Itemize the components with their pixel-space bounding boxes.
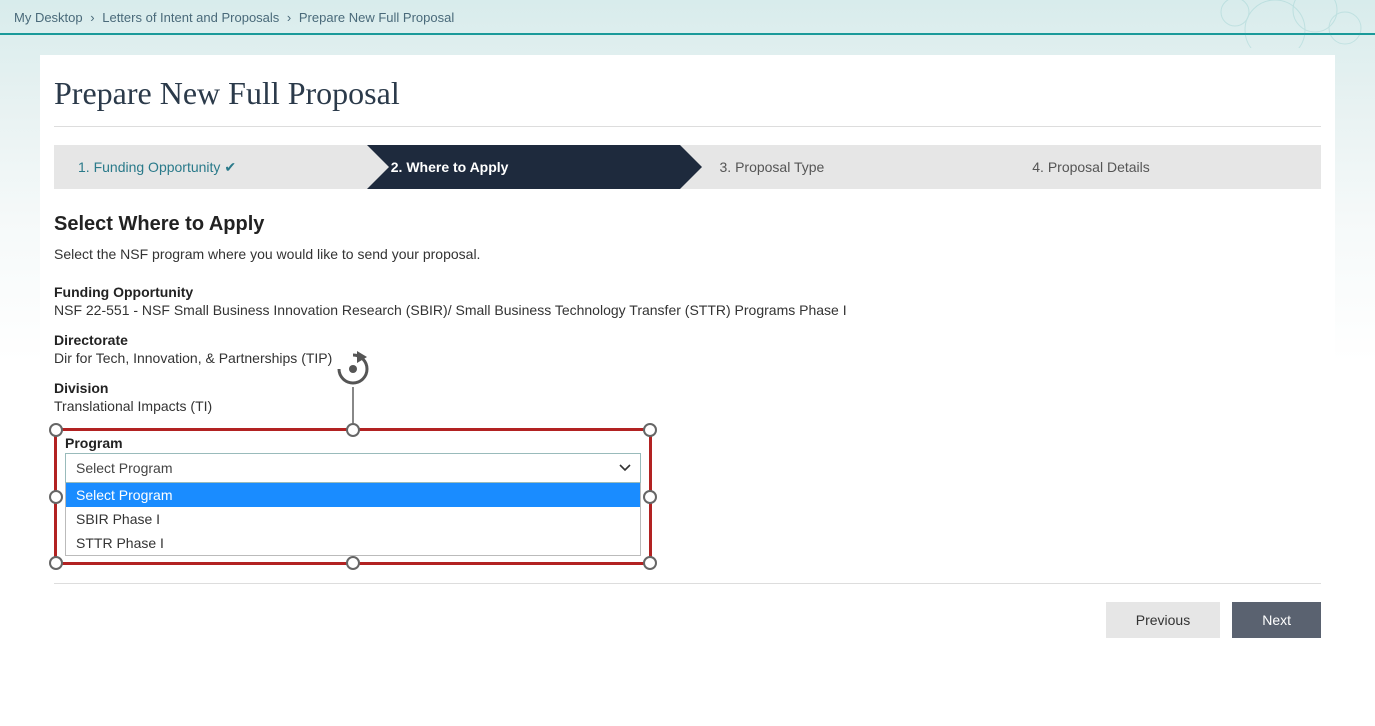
annotation-rotate-connector (352, 387, 354, 423)
wizard-step-label: 2. Where to Apply (391, 159, 509, 175)
program-option-placeholder[interactable]: Select Program (66, 483, 640, 507)
program-dropdown-list: Select Program SBIR Phase I STTR Phase I (65, 483, 641, 556)
resize-handle[interactable] (346, 423, 360, 437)
breadcrumb-link-desktop[interactable]: My Desktop (14, 10, 83, 25)
field-label-program: Program (65, 435, 641, 451)
check-icon: ✔ (224, 159, 236, 176)
field-label: Funding Opportunity (54, 284, 1321, 300)
previous-button[interactable]: Previous (1106, 602, 1220, 638)
program-option-sttr-phase-i[interactable]: STTR Phase I (66, 531, 640, 555)
breadcrumb-link-letters[interactable]: Letters of Intent and Proposals (102, 10, 279, 25)
field-value: Translational Impacts (TI) (54, 398, 1321, 414)
footer-buttons: Previous Next (54, 602, 1321, 638)
field-division: Division Translational Impacts (TI) (54, 380, 1321, 414)
field-directorate: Directorate Dir for Tech, Innovation, & … (54, 332, 1321, 366)
field-label: Directorate (54, 332, 1321, 348)
breadcrumb: My Desktop › Letters of Intent and Propo… (0, 0, 1375, 35)
field-label: Division (54, 380, 1321, 396)
divider (54, 126, 1321, 127)
section-description: Select the NSF program where you would l… (54, 246, 1321, 262)
section-title: Select Where to Apply (54, 213, 1321, 236)
resize-handle[interactable] (643, 556, 657, 570)
resize-handle[interactable] (49, 423, 63, 437)
breadcrumb-separator: › (90, 10, 94, 25)
resize-handle[interactable] (49, 556, 63, 570)
field-value: Dir for Tech, Innovation, & Partnerships… (54, 350, 1321, 366)
wizard-step-funding-opportunity[interactable]: 1. Funding Opportunity ✔ (54, 145, 367, 189)
resize-handle[interactable] (346, 556, 360, 570)
main-content: Prepare New Full Proposal 1. Funding Opp… (40, 55, 1335, 668)
program-option-sbir-phase-i[interactable]: SBIR Phase I (66, 507, 640, 531)
wizard-steps: 1. Funding Opportunity ✔ 2. Where to App… (54, 145, 1321, 189)
wizard-step-label: 1. Funding Opportunity (78, 159, 220, 175)
wizard-step-label: 3. Proposal Type (720, 159, 825, 175)
next-button[interactable]: Next (1232, 602, 1321, 638)
breadcrumb-separator: › (287, 10, 291, 25)
wizard-step-label: 4. Proposal Details (1032, 159, 1150, 175)
field-value: NSF 22-551 - NSF Small Business Innovati… (54, 302, 1321, 318)
field-funding-opportunity: Funding Opportunity NSF 22-551 - NSF Sma… (54, 284, 1321, 318)
divider (54, 583, 1321, 584)
breadcrumb-current: Prepare New Full Proposal (299, 10, 454, 25)
program-select[interactable]: Select Program (65, 453, 641, 483)
wizard-step-proposal-details[interactable]: 4. Proposal Details (1008, 145, 1321, 189)
wizard-step-where-to-apply[interactable]: 2. Where to Apply (367, 145, 680, 189)
resize-handle[interactable] (643, 423, 657, 437)
page-title: Prepare New Full Proposal (54, 75, 1321, 112)
resize-handle[interactable] (49, 490, 63, 504)
resize-handle[interactable] (643, 490, 657, 504)
rotate-icon[interactable] (333, 349, 373, 389)
wizard-step-proposal-type[interactable]: 3. Proposal Type (680, 145, 1009, 189)
annotation-selection-box: Program Select Program Select Program SB… (54, 428, 652, 565)
